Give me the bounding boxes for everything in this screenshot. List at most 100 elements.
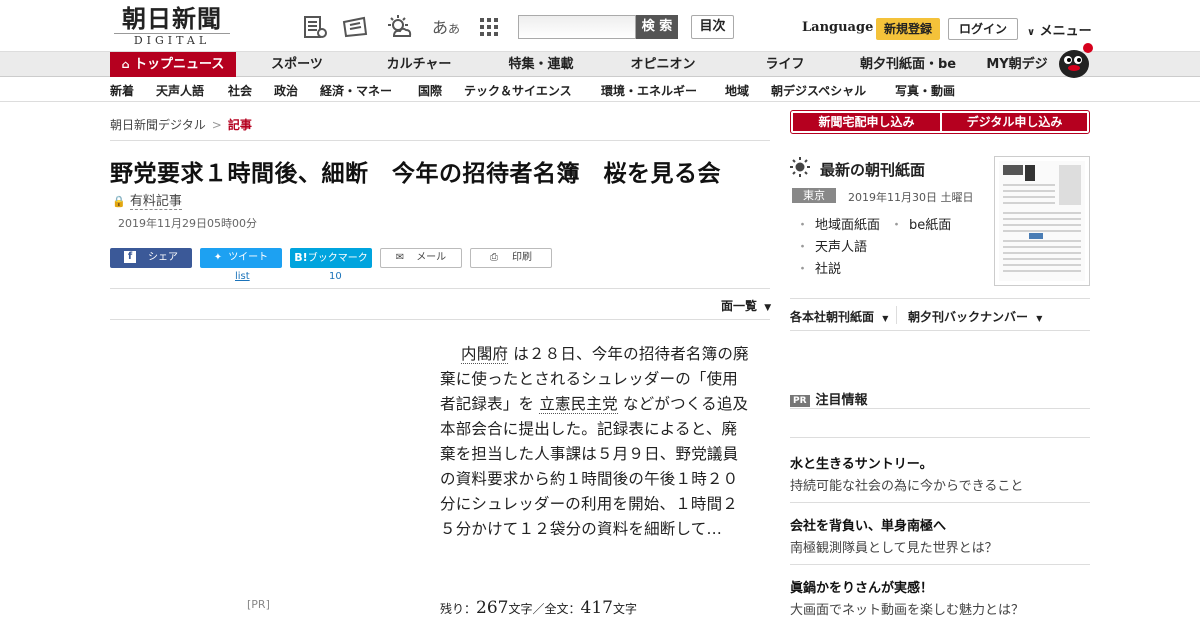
bullet-icon: ・ bbox=[796, 218, 810, 233]
twitter-share-button[interactable]: ✦ ツイート bbox=[200, 248, 282, 268]
twitter-icon: ✦ bbox=[213, 252, 223, 263]
ad-subtitle[interactable]: 持続可能な社会の為に今からできること bbox=[790, 475, 1023, 494]
subnav-latest[interactable]: 新着 bbox=[110, 82, 134, 99]
mascot-icon[interactable] bbox=[1054, 42, 1094, 78]
login-button[interactable]: ログイン bbox=[948, 18, 1018, 40]
digital-subscribe-button[interactable]: デジタル申し込み bbox=[942, 113, 1087, 131]
site-logo[interactable]: 朝日新聞 DIGITAL bbox=[114, 6, 230, 48]
subnav-tech[interactable]: テック＆サイエンス bbox=[464, 82, 572, 99]
article-date: 2019年11月29日05時00分 bbox=[118, 217, 257, 230]
menu-button[interactable]: ∨ メニュー bbox=[1027, 20, 1092, 39]
print-button[interactable]: ⎙ 印刷 bbox=[470, 248, 552, 268]
language-link[interactable]: Language bbox=[802, 20, 873, 35]
search-input[interactable] bbox=[518, 15, 636, 39]
remain-count: 267 bbox=[476, 598, 509, 618]
pr-label: [PR] bbox=[247, 598, 270, 611]
logo-en: DIGITAL bbox=[114, 33, 230, 47]
site-header: 朝日新聞 DIGITAL ああ 検 索 目次 Language 新規登録 ログイ bbox=[0, 0, 1200, 52]
breadcrumb-current[interactable]: 記事 bbox=[228, 118, 252, 132]
bullet-icon: ・ bbox=[890, 218, 904, 233]
news-list-icon[interactable] bbox=[302, 14, 328, 40]
remain-label: 残り： bbox=[440, 602, 477, 616]
menu-label: メニュー bbox=[1039, 24, 1092, 39]
breadcrumb-home[interactable]: 朝日新聞デジタル bbox=[110, 118, 206, 132]
paid-text[interactable]: 有料記事 bbox=[129, 194, 182, 210]
divider bbox=[790, 437, 1090, 438]
nav-culture[interactable]: カルチャー bbox=[380, 52, 458, 77]
hatena-icon: B! bbox=[294, 251, 308, 264]
subnav-environment[interactable]: 環境・エネルギー bbox=[601, 82, 697, 99]
signup-button[interactable]: 新規登録 bbox=[876, 18, 940, 40]
subnav-economy[interactable]: 経済・マネー bbox=[320, 82, 392, 99]
subscribe-buttons: 新聞宅配申し込み デジタル申し込み bbox=[790, 110, 1090, 134]
hatena-bookmark-button[interactable]: B!ブックマーク bbox=[290, 248, 372, 268]
article-body: 内閣府 は２８日、今年の招待者名簿の廃棄に使ったとされるシュレッダーの「使用者記… bbox=[440, 342, 752, 542]
paper-link-tenseijingo[interactable]: ・天声人語 bbox=[796, 236, 867, 255]
subnav-tenseijingo[interactable]: 天声人語 bbox=[156, 82, 204, 99]
backnumber-dropdown[interactable]: 朝夕刊バックナンバー ▼ bbox=[908, 308, 1042, 325]
print-label: 印刷 bbox=[512, 252, 532, 263]
font-size-icon[interactable]: ああ bbox=[432, 14, 460, 38]
bookmark-label: ブックマーク bbox=[307, 253, 368, 264]
subnav-society[interactable]: 社会 bbox=[228, 82, 252, 99]
breadcrumb-sep: > bbox=[211, 118, 222, 132]
toc-button[interactable]: 目次 bbox=[691, 15, 734, 39]
region-badge[interactable]: 東京 bbox=[792, 188, 836, 203]
newspaper-thumbnail[interactable] bbox=[994, 156, 1090, 286]
divider bbox=[110, 288, 770, 289]
caret-down-icon: ▼ bbox=[764, 303, 772, 313]
article-title: 野党要求１時間後、細断 今年の招待者名簿 桜を見る会 bbox=[110, 161, 721, 187]
nav-sports[interactable]: スポーツ bbox=[262, 52, 332, 77]
pr-title: 注目情報 bbox=[815, 393, 868, 408]
paper-link-region[interactable]: ・地域面紙面 bbox=[796, 214, 880, 233]
bullet-icon: ・ bbox=[796, 262, 810, 277]
caret-down-icon: ▼ bbox=[882, 314, 889, 323]
mail-share-button[interactable]: ✉ メール bbox=[380, 248, 462, 268]
char-unit: 文字 bbox=[508, 602, 533, 616]
ad-title[interactable]: 水と生きるサントリー。 bbox=[790, 453, 933, 472]
weather-icon[interactable] bbox=[386, 14, 412, 40]
paper-link-label: 社説 bbox=[815, 262, 842, 277]
divider bbox=[790, 408, 1090, 409]
subnav-special[interactable]: 朝デジスペシャル bbox=[771, 82, 866, 99]
pr-badge: PR bbox=[790, 394, 810, 407]
link-cdp[interactable]: 立憲民主党 bbox=[539, 395, 618, 414]
nav-features[interactable]: 特集・連載 bbox=[502, 52, 580, 77]
ad-title[interactable]: 眞鍋かをりさんが実感！ bbox=[790, 577, 933, 596]
pr-section-title: PR 注目情報 bbox=[790, 389, 868, 408]
hatena-count[interactable]: 10 bbox=[329, 271, 342, 282]
home-delivery-button[interactable]: 新聞宅配申し込み bbox=[793, 113, 940, 131]
latest-paper-title[interactable]: 最新の朝刊紙面 bbox=[820, 159, 925, 180]
nav-life[interactable]: ライフ bbox=[756, 52, 814, 77]
ad-subtitle[interactable]: 大画面でネット動画を楽しむ魅力とは？ bbox=[790, 599, 1024, 618]
nav-my[interactable]: MY朝デジ bbox=[982, 52, 1052, 77]
newspaper-icon[interactable] bbox=[342, 14, 368, 40]
subnav-region[interactable]: 地域 bbox=[725, 82, 749, 99]
divider bbox=[790, 502, 1090, 503]
subnav-international[interactable]: 国際 bbox=[418, 82, 442, 99]
page-list-label: 面一覧 bbox=[721, 299, 758, 313]
nav-top-news[interactable]: ⌂ トップニュース bbox=[110, 52, 236, 77]
regional-papers-dropdown[interactable]: 各本社朝刊紙面 ▼ bbox=[790, 308, 888, 325]
bullet-icon: ・ bbox=[796, 240, 810, 255]
sub-nav: 新着 天声人語 社会 政治 経済・マネー 国際 テック＆サイエンス 環境・エネル… bbox=[0, 78, 1200, 102]
subnav-politics[interactable]: 政治 bbox=[274, 82, 298, 99]
paper-link-editorial[interactable]: ・社説 bbox=[796, 258, 841, 277]
grid-menu-icon[interactable] bbox=[476, 14, 502, 40]
facebook-share-button[interactable]: f シェア bbox=[110, 248, 192, 268]
page-list-toggle[interactable]: 面一覧 ▼ bbox=[721, 297, 771, 314]
ad-title[interactable]: 会社を背負い、単身南極へ bbox=[790, 515, 946, 534]
paper-link-label: 地域面紙面 bbox=[815, 218, 881, 233]
ad-subtitle[interactable]: 南極観測隊員として見た世界とは？ bbox=[790, 537, 998, 556]
twitter-count[interactable]: list bbox=[235, 271, 250, 282]
paper-link-be[interactable]: ・ be紙面 bbox=[890, 214, 951, 233]
search-button[interactable]: 検 索 bbox=[636, 15, 678, 39]
caret-down-icon: ▼ bbox=[1036, 314, 1043, 323]
logo-jp: 朝日新聞 bbox=[122, 4, 222, 33]
divider bbox=[790, 330, 1090, 331]
link-cabinet-office[interactable]: 内閣府 bbox=[461, 345, 509, 364]
nav-print[interactable]: 朝夕刊紙面・be bbox=[856, 52, 960, 77]
subnav-photo[interactable]: 写真・動画 bbox=[895, 82, 955, 99]
nav-opinion[interactable]: オピニオン bbox=[624, 52, 702, 77]
lock-icon: 🔒 bbox=[112, 195, 126, 208]
